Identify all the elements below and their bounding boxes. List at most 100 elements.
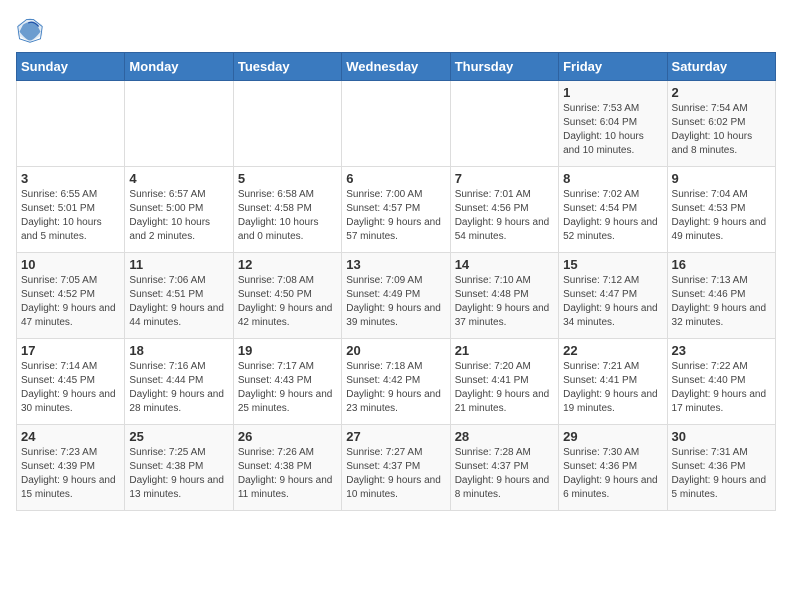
day-number: 2 xyxy=(672,85,771,100)
day-info: Sunrise: 7:10 AM Sunset: 4:48 PM Dayligh… xyxy=(455,274,554,330)
day-number: 21 xyxy=(455,343,554,358)
logo xyxy=(16,16,48,44)
day-info: Sunrise: 7:20 AM Sunset: 4:41 PM Dayligh… xyxy=(455,360,554,416)
calendar-cell: 14 Sunrise: 7:10 AM Sunset: 4:48 PM Dayli… xyxy=(450,253,558,339)
day-info: Sunrise: 7:04 AM Sunset: 4:53 PM Dayligh… xyxy=(672,188,771,244)
day-number: 23 xyxy=(672,343,771,358)
day-number: 12 xyxy=(238,257,337,272)
day-number: 15 xyxy=(563,257,662,272)
day-info: Sunrise: 7:53 AM Sunset: 6:04 PM Dayligh… xyxy=(563,102,662,158)
header xyxy=(16,16,776,44)
calendar-cell: 9 Sunrise: 7:04 AM Sunset: 4:53 PM Daylig… xyxy=(667,167,775,253)
day-info: Sunrise: 7:00 AM Sunset: 4:57 PM Dayligh… xyxy=(346,188,445,244)
day-number: 18 xyxy=(129,343,228,358)
day-info: Sunrise: 7:01 AM Sunset: 4:56 PM Dayligh… xyxy=(455,188,554,244)
calendar-cell: 24 Sunrise: 7:23 AM Sunset: 4:39 PM Dayli… xyxy=(17,425,125,511)
day-number: 19 xyxy=(238,343,337,358)
day-info: Sunrise: 6:57 AM Sunset: 5:00 PM Dayligh… xyxy=(129,188,228,244)
day-number: 7 xyxy=(455,171,554,186)
day-of-week-header: Wednesday xyxy=(342,53,450,81)
calendar-cell: 6 Sunrise: 7:00 AM Sunset: 4:57 PM Daylig… xyxy=(342,167,450,253)
calendar-cell: 1Sunrise: 7:53 AM Sunset: 6:04 PM Daylig… xyxy=(559,81,667,167)
calendar-cell: 28 Sunrise: 7:28 AM Sunset: 4:37 PM Dayli… xyxy=(450,425,558,511)
day-info: Sunrise: 7:25 AM Sunset: 4:38 PM Dayligh… xyxy=(129,446,228,502)
day-info: Sunrise: 7:06 AM Sunset: 4:51 PM Dayligh… xyxy=(129,274,228,330)
calendar-cell: 19 Sunrise: 7:17 AM Sunset: 4:43 PM Dayli… xyxy=(233,339,341,425)
calendar-cell: 18 Sunrise: 7:16 AM Sunset: 4:44 PM Dayli… xyxy=(125,339,233,425)
calendar-week-row: 17 Sunrise: 7:14 AM Sunset: 4:45 PM Dayli… xyxy=(17,339,776,425)
calendar-cell: 27 Sunrise: 7:27 AM Sunset: 4:37 PM Dayli… xyxy=(342,425,450,511)
day-info: Sunrise: 7:09 AM Sunset: 4:49 PM Dayligh… xyxy=(346,274,445,330)
day-of-week-header: Saturday xyxy=(667,53,775,81)
calendar-cell: 10 Sunrise: 7:05 AM Sunset: 4:52 PM Dayli… xyxy=(17,253,125,339)
day-number: 8 xyxy=(563,171,662,186)
calendar-cell xyxy=(125,81,233,167)
day-number: 4 xyxy=(129,171,228,186)
calendar-cell xyxy=(233,81,341,167)
day-number: 16 xyxy=(672,257,771,272)
calendar-cell: 20 Sunrise: 7:18 AM Sunset: 4:42 PM Dayli… xyxy=(342,339,450,425)
calendar-body: 1Sunrise: 7:53 AM Sunset: 6:04 PM Daylig… xyxy=(17,81,776,511)
day-info: Sunrise: 7:22 AM Sunset: 4:40 PM Dayligh… xyxy=(672,360,771,416)
calendar-cell: 16 Sunrise: 7:13 AM Sunset: 4:46 PM Dayli… xyxy=(667,253,775,339)
calendar-table: SundayMondayTuesdayWednesdayThursdayFrid… xyxy=(16,52,776,511)
day-info: Sunrise: 6:55 AM Sunset: 5:01 PM Dayligh… xyxy=(21,188,120,244)
day-info: Sunrise: 6:58 AM Sunset: 4:58 PM Dayligh… xyxy=(238,188,337,244)
day-number: 26 xyxy=(238,429,337,444)
calendar-cell: 13Sunrise: 7:09 AM Sunset: 4:49 PM Dayli… xyxy=(342,253,450,339)
day-of-week-header: Sunday xyxy=(17,53,125,81)
day-number: 6 xyxy=(346,171,445,186)
day-of-week-header: Thursday xyxy=(450,53,558,81)
day-number: 14 xyxy=(455,257,554,272)
calendar-cell xyxy=(342,81,450,167)
day-info: Sunrise: 7:17 AM Sunset: 4:43 PM Dayligh… xyxy=(238,360,337,416)
day-number: 30 xyxy=(672,429,771,444)
day-number: 20 xyxy=(346,343,445,358)
day-info: Sunrise: 7:05 AM Sunset: 4:52 PM Dayligh… xyxy=(21,274,120,330)
day-number: 24 xyxy=(21,429,120,444)
day-number: 9 xyxy=(672,171,771,186)
calendar-cell: 22 Sunrise: 7:21 AM Sunset: 4:41 PM Dayli… xyxy=(559,339,667,425)
calendar-week-row: 1Sunrise: 7:53 AM Sunset: 6:04 PM Daylig… xyxy=(17,81,776,167)
day-info: Sunrise: 7:16 AM Sunset: 4:44 PM Dayligh… xyxy=(129,360,228,416)
day-of-week-header: Friday xyxy=(559,53,667,81)
day-number: 17 xyxy=(21,343,120,358)
calendar-cell: 30 Sunrise: 7:31 AM Sunset: 4:36 PM Dayli… xyxy=(667,425,775,511)
day-info: Sunrise: 7:27 AM Sunset: 4:37 PM Dayligh… xyxy=(346,446,445,502)
day-info: Sunrise: 7:18 AM Sunset: 4:42 PM Dayligh… xyxy=(346,360,445,416)
calendar-cell: 7 Sunrise: 7:01 AM Sunset: 4:56 PM Daylig… xyxy=(450,167,558,253)
calendar-cell: 11Sunrise: 7:06 AM Sunset: 4:51 PM Dayli… xyxy=(125,253,233,339)
calendar-week-row: 24 Sunrise: 7:23 AM Sunset: 4:39 PM Dayli… xyxy=(17,425,776,511)
day-info: Sunrise: 7:08 AM Sunset: 4:50 PM Dayligh… xyxy=(238,274,337,330)
calendar-cell: 26Sunrise: 7:26 AM Sunset: 4:38 PM Dayli… xyxy=(233,425,341,511)
day-info: Sunrise: 7:54 AM Sunset: 6:02 PM Dayligh… xyxy=(672,102,771,158)
calendar-cell xyxy=(17,81,125,167)
calendar-cell: 15Sunrise: 7:12 AM Sunset: 4:47 PM Dayli… xyxy=(559,253,667,339)
day-number: 27 xyxy=(346,429,445,444)
calendar-cell: 29 Sunrise: 7:30 AM Sunset: 4:36 PM Dayli… xyxy=(559,425,667,511)
day-of-week-header: Monday xyxy=(125,53,233,81)
day-number: 29 xyxy=(563,429,662,444)
day-number: 5 xyxy=(238,171,337,186)
calendar-cell: 5 Sunrise: 6:58 AM Sunset: 4:58 PM Daylig… xyxy=(233,167,341,253)
calendar-cell: 23 Sunrise: 7:22 AM Sunset: 4:40 PM Dayli… xyxy=(667,339,775,425)
calendar-header-row: SundayMondayTuesdayWednesdayThursdayFrid… xyxy=(17,53,776,81)
day-info: Sunrise: 7:23 AM Sunset: 4:39 PM Dayligh… xyxy=(21,446,120,502)
calendar-cell: 17 Sunrise: 7:14 AM Sunset: 4:45 PM Dayli… xyxy=(17,339,125,425)
day-of-week-header: Tuesday xyxy=(233,53,341,81)
calendar-cell: 25Sunrise: 7:25 AM Sunset: 4:38 PM Dayli… xyxy=(125,425,233,511)
day-number: 10 xyxy=(21,257,120,272)
day-number: 22 xyxy=(563,343,662,358)
day-info: Sunrise: 7:14 AM Sunset: 4:45 PM Dayligh… xyxy=(21,360,120,416)
calendar-cell: 12 Sunrise: 7:08 AM Sunset: 4:50 PM Dayli… xyxy=(233,253,341,339)
day-info: Sunrise: 7:28 AM Sunset: 4:37 PM Dayligh… xyxy=(455,446,554,502)
day-number: 3 xyxy=(21,171,120,186)
day-info: Sunrise: 7:21 AM Sunset: 4:41 PM Dayligh… xyxy=(563,360,662,416)
day-info: Sunrise: 7:02 AM Sunset: 4:54 PM Dayligh… xyxy=(563,188,662,244)
day-info: Sunrise: 7:13 AM Sunset: 4:46 PM Dayligh… xyxy=(672,274,771,330)
day-number: 28 xyxy=(455,429,554,444)
calendar-cell: 4 Sunrise: 6:57 AM Sunset: 5:00 PM Daylig… xyxy=(125,167,233,253)
day-info: Sunrise: 7:30 AM Sunset: 4:36 PM Dayligh… xyxy=(563,446,662,502)
calendar-week-row: 3 Sunrise: 6:55 AM Sunset: 5:01 PM Daylig… xyxy=(17,167,776,253)
day-info: Sunrise: 7:31 AM Sunset: 4:36 PM Dayligh… xyxy=(672,446,771,502)
